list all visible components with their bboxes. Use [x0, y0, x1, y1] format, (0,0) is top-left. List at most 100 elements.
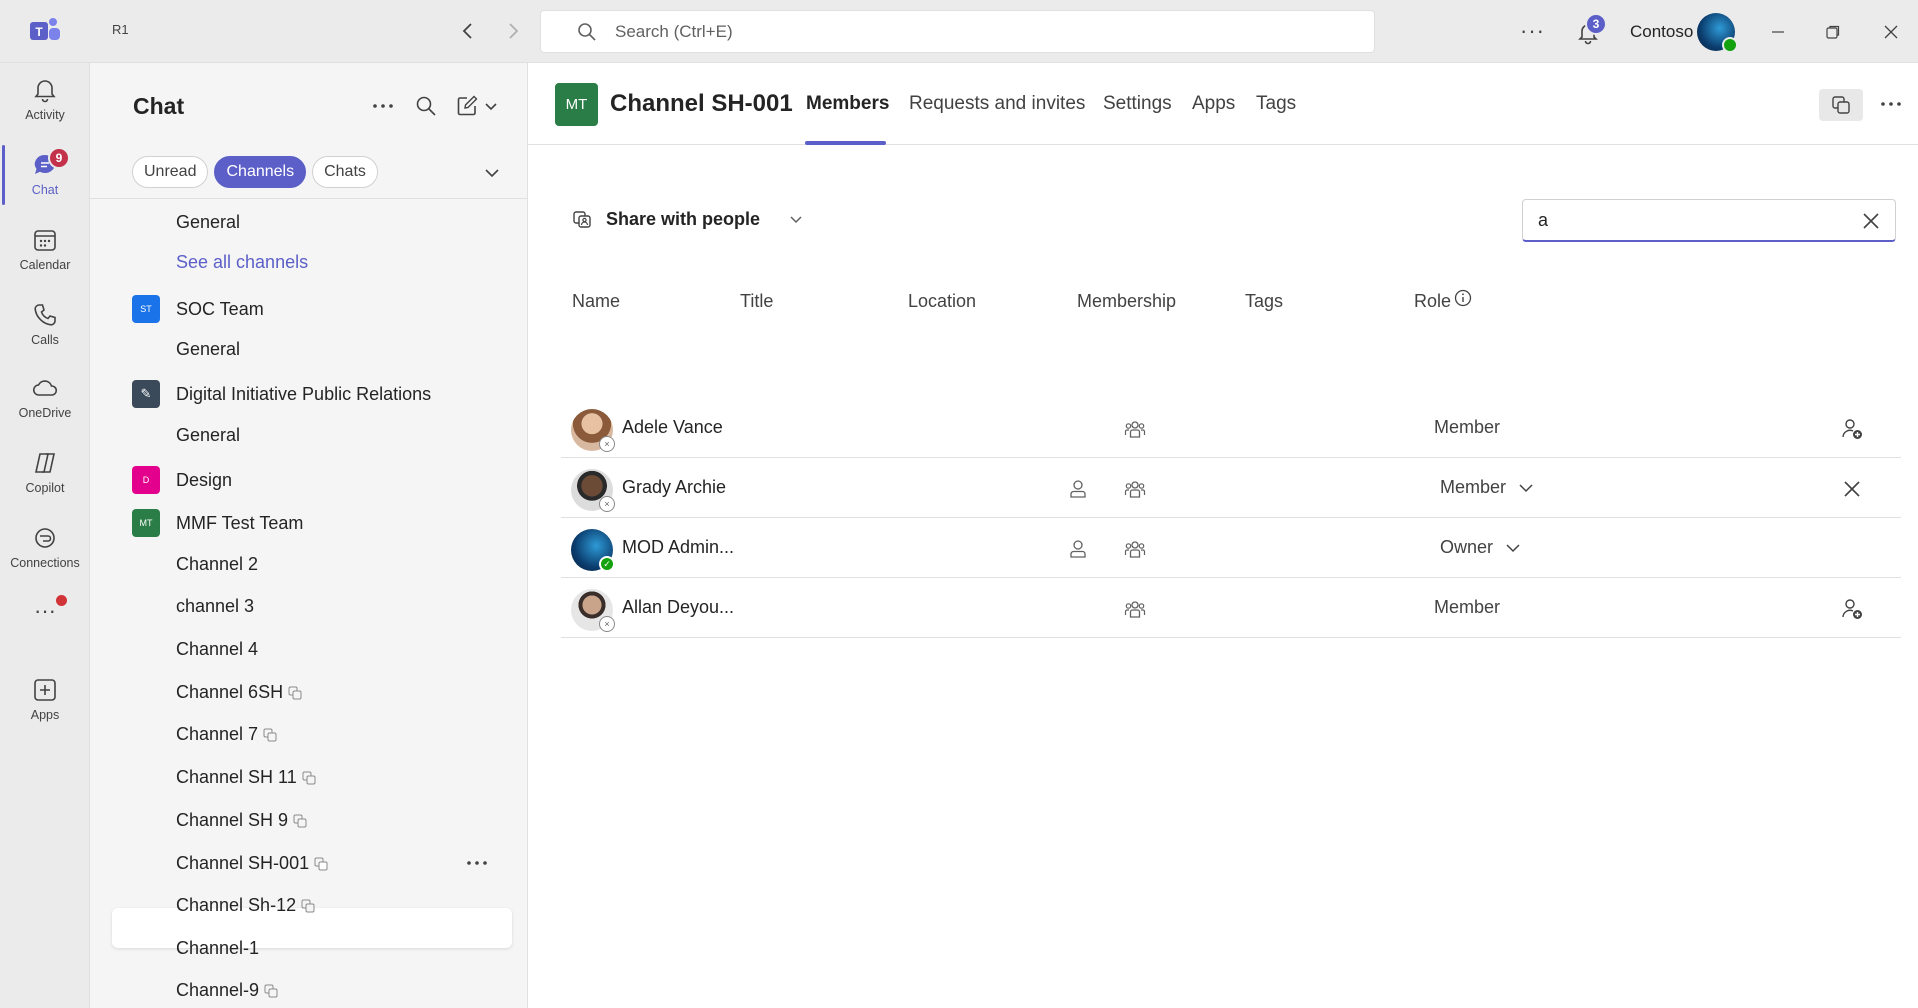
- column-header-membership[interactable]: Membership: [1077, 291, 1176, 312]
- shared-channel-icon: [263, 728, 277, 742]
- more-options-button[interactable]: ···: [1520, 18, 1545, 44]
- add-person-icon[interactable]: [1840, 597, 1864, 621]
- role-dropdown[interactable]: Member: [1440, 477, 1534, 498]
- channel-manage-pane: MT Channel SH-001 Members Requests and i…: [528, 63, 1918, 1008]
- see-all-channels-link[interactable]: See all channels: [90, 242, 528, 282]
- channel-item[interactable]: General: [90, 202, 528, 242]
- rail-more-button[interactable]: ···: [0, 575, 90, 647]
- member-name[interactable]: MOD Admin...: [622, 537, 734, 558]
- channel-more-options-icon[interactable]: [466, 860, 488, 866]
- close-icon[interactable]: [1861, 211, 1881, 231]
- member-name[interactable]: Allan Deyou...: [622, 597, 734, 618]
- tab-requests-and-invites[interactable]: Requests and invites: [909, 93, 1085, 115]
- rail-item-copilot[interactable]: Copilot: [0, 436, 90, 508]
- active-tab-indicator: [805, 141, 886, 145]
- team-item[interactable]: ST SOC Team: [90, 289, 528, 329]
- filter-unread[interactable]: Unread: [132, 156, 209, 188]
- chat-filters: Unread Channels Chats: [132, 156, 378, 188]
- channel-name: channel 3: [176, 595, 255, 616]
- org-name[interactable]: Contoso: [1630, 22, 1693, 42]
- direct-member-icon: [1070, 540, 1086, 558]
- member-row[interactable]: × Grady Archie Member: [561, 459, 1901, 518]
- minimize-button[interactable]: [1763, 18, 1793, 46]
- rail-item-calendar[interactable]: Calendar: [0, 213, 90, 285]
- channel-header: MT Channel SH-001 Members Requests and i…: [528, 63, 1918, 145]
- member-row[interactable]: × Allan Deyou... Member: [561, 579, 1901, 638]
- channel-item[interactable]: Channel SH 9: [90, 800, 528, 840]
- share-with-people-button[interactable]: Share with people: [572, 208, 816, 230]
- team-item[interactable]: MT MMF Test Team: [90, 503, 528, 543]
- channel-item[interactable]: Channel Sh-12: [90, 885, 528, 925]
- member-row[interactable]: × Adele Vance Member: [561, 399, 1901, 458]
- close-window-button[interactable]: [1876, 18, 1906, 46]
- shared-channel-button[interactable]: [1819, 89, 1863, 121]
- info-icon[interactable]: [1454, 289, 1472, 307]
- channel-item[interactable]: Channel-9: [90, 970, 528, 1008]
- more-icon: ···: [34, 598, 56, 623]
- more-options-button[interactable]: [368, 91, 398, 121]
- column-header-title[interactable]: Title: [740, 291, 773, 312]
- channel-item[interactable]: Channel-1: [90, 928, 528, 968]
- channel-name: Channel-9: [176, 979, 260, 1000]
- divider: [90, 198, 528, 199]
- column-header-tags[interactable]: Tags: [1245, 291, 1283, 312]
- team-name: Digital Initiative Public Relations: [176, 383, 432, 404]
- channel-name: General: [176, 424, 241, 445]
- chevron-down-icon[interactable]: [482, 163, 502, 183]
- member-row[interactable]: ✓ MOD Admin... Owner: [561, 519, 1901, 578]
- channel-item[interactable]: Channel 4: [90, 629, 528, 669]
- channel-item[interactable]: General: [90, 329, 528, 369]
- more-icon[interactable]: [1880, 101, 1902, 107]
- search-input[interactable]: [615, 21, 1315, 42]
- back-button[interactable]: [455, 18, 481, 44]
- title-bar: T R1 ··· 3 Contoso: [0, 0, 1918, 63]
- team-item[interactable]: D Design: [90, 460, 528, 500]
- rail-item-calls[interactable]: Calls: [0, 288, 90, 360]
- member-filter-box[interactable]: [1522, 199, 1896, 242]
- rail-item-onedrive[interactable]: OneDrive: [0, 361, 90, 433]
- phone-icon: [34, 304, 56, 326]
- channel-name: Channel SH-001: [176, 852, 310, 873]
- member-role: Member: [1434, 597, 1501, 617]
- filter-channels[interactable]: Channels: [214, 156, 307, 188]
- rail-item-activity[interactable]: Activity: [0, 63, 90, 135]
- channel-item[interactable]: Channel 6SH: [90, 672, 528, 712]
- new-chat-button[interactable]: [452, 91, 502, 121]
- global-search[interactable]: [540, 10, 1375, 53]
- column-header-name[interactable]: Name: [572, 291, 620, 312]
- forward-button[interactable]: [500, 18, 526, 44]
- tab-members[interactable]: Members: [806, 93, 889, 115]
- rail-item-chat[interactable]: Chat: [0, 138, 90, 210]
- column-header-role[interactable]: Role: [1414, 291, 1451, 312]
- teams-logo-icon[interactable]: T: [28, 17, 62, 45]
- rail-item-connections[interactable]: Connections: [0, 511, 90, 583]
- add-person-icon[interactable]: [1840, 417, 1864, 441]
- channel-item[interactable]: Channel SH 11: [90, 757, 528, 797]
- role-dropdown[interactable]: Owner: [1440, 537, 1521, 558]
- presence-offline-icon: ×: [599, 496, 615, 512]
- member-name[interactable]: Adele Vance: [622, 417, 723, 438]
- channel-item[interactable]: Channel 7: [90, 714, 528, 754]
- close-icon[interactable]: [1840, 477, 1864, 501]
- filter-chats[interactable]: Chats: [312, 156, 378, 188]
- add-apps-icon: [34, 679, 56, 701]
- channel-name: Channel 4: [176, 638, 259, 659]
- member-filter-input[interactable]: [1538, 209, 1838, 231]
- channel-item-selected[interactable]: Channel SH-001: [90, 843, 528, 883]
- presence-offline-icon: ×: [599, 436, 615, 452]
- column-header-location[interactable]: Location: [908, 291, 976, 312]
- tab-tags[interactable]: Tags: [1256, 93, 1296, 115]
- rail-item-apps[interactable]: Apps: [0, 663, 90, 735]
- channel-item[interactable]: channel 3: [90, 586, 528, 626]
- team-logo: ST: [132, 295, 160, 323]
- notification-badge: 3: [1585, 13, 1607, 35]
- tab-apps[interactable]: Apps: [1192, 93, 1235, 115]
- team-name: SOC Team: [176, 298, 264, 319]
- team-item[interactable]: ✎ Digital Initiative Public Relations: [90, 374, 528, 414]
- search-chats-button[interactable]: [411, 91, 441, 121]
- tab-settings[interactable]: Settings: [1103, 93, 1172, 115]
- channel-item[interactable]: General: [90, 415, 528, 455]
- restore-button[interactable]: [1818, 18, 1848, 46]
- channel-item[interactable]: Channel 2: [90, 544, 528, 584]
- member-name[interactable]: Grady Archie: [622, 477, 726, 498]
